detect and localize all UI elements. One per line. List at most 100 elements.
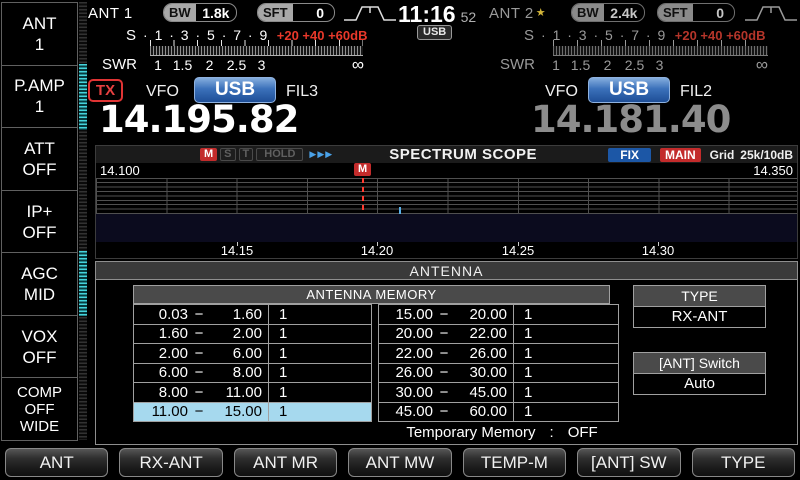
range-to: 22.00 xyxy=(455,325,507,342)
scope-edge-frequencies: 14.100 M 14.350 xyxy=(96,163,797,178)
type-box-header: TYPE xyxy=(633,285,766,307)
range-from: 20.00 xyxy=(379,325,433,342)
sidebar-item-agc[interactable]: AGC MID xyxy=(1,252,78,316)
main-sft-badge[interactable]: SFT 0 xyxy=(257,3,335,22)
table-row[interactable]: 15.00−20.00 1 xyxy=(379,305,618,325)
temporary-memory-label: Temporary Memory xyxy=(406,424,535,441)
fkey-ant-mr[interactable]: ANT MR xyxy=(234,448,337,477)
scope-marker-mode-badge[interactable]: M xyxy=(200,148,217,161)
clock[interactable]: 11:16 52 xyxy=(398,1,476,28)
scope-t-badge[interactable]: T xyxy=(239,148,254,161)
sft-value: 0 xyxy=(693,5,734,21)
fkey-ant-sw[interactable]: [ANT] SW xyxy=(577,448,680,477)
bottom-function-bar: ANT RX-ANT ANT MR ANT MW TEMP-M [ANT] SW… xyxy=(0,446,800,480)
s-label: S xyxy=(126,27,136,44)
range-dash: − xyxy=(188,403,210,420)
clock-seconds: 52 xyxy=(461,9,477,25)
sidebar-item-vox[interactable]: VOX OFF xyxy=(1,315,78,379)
sidebar-item-ipplus[interactable]: IP+ OFF xyxy=(1,190,78,254)
sidebar-item-att[interactable]: ATT OFF xyxy=(1,127,78,191)
antenna-number: 1 xyxy=(268,364,371,383)
antenna-number: 1 xyxy=(268,305,371,324)
scope-s-badge[interactable]: S xyxy=(220,148,235,161)
antenna-panel-content: ANTENNA MEMORY 0.03−1.60 1 1.60−2.00 1 2… xyxy=(96,280,797,443)
sidebar-item-ant[interactable]: ANT 1 xyxy=(1,2,78,66)
scope-edge-left: 14.100 xyxy=(100,163,140,178)
swr-tick: 2 xyxy=(197,57,222,73)
fkey-type[interactable]: TYPE xyxy=(692,448,795,477)
table-row[interactable]: 2.00−6.00 1 xyxy=(134,344,371,364)
usb-indicator-badge: USB xyxy=(417,25,452,40)
sidebar-item-label: VOX xyxy=(22,326,58,347)
range-dash: − xyxy=(433,403,455,420)
scope-header: M S T HOLD ▶▶▶ SPECTRUM SCOPE FIX MAIN G… xyxy=(96,146,797,163)
main-bw-badge[interactable]: BW 1.8k xyxy=(163,3,237,22)
fkey-rx-ant[interactable]: RX-ANT xyxy=(119,448,222,477)
swr-tick: 3 xyxy=(649,57,670,73)
swr-infinity: ∞ xyxy=(352,59,364,71)
scope-main-badge[interactable]: MAIN xyxy=(660,148,701,162)
table-row[interactable]: 0.03−1.60 1 xyxy=(134,305,371,325)
main-passband-icon[interactable] xyxy=(343,3,397,22)
antenna-number: 1 xyxy=(513,325,618,344)
ant-switch-value: Auto xyxy=(633,373,766,395)
table-row[interactable]: 26.00−30.00 1 xyxy=(379,364,618,384)
swr-label: SWR xyxy=(500,56,546,73)
antenna-number: 1 xyxy=(268,344,371,363)
table-row[interactable]: 8.00−11.00 1 xyxy=(134,383,371,403)
range-from: 26.00 xyxy=(379,364,433,381)
table-row[interactable]: 30.00−45.00 1 xyxy=(379,383,618,403)
antenna-panel: ANTENNA ANTENNA MEMORY 0.03−1.60 1 1.60−… xyxy=(95,261,798,445)
sub-antenna-text: ANT 2 xyxy=(489,5,534,22)
table-row-selected[interactable]: 11.00−15.00 1 xyxy=(134,403,371,423)
table-row[interactable]: 1.60−2.00 1 xyxy=(134,325,371,345)
sidebar-item-pamp[interactable]: P.AMP 1 xyxy=(1,65,78,129)
table-row[interactable]: 20.00−22.00 1 xyxy=(379,325,618,345)
range-from: 22.00 xyxy=(379,345,433,362)
range-to: 2.00 xyxy=(210,325,262,342)
sidebar-item-value: OFF xyxy=(25,401,55,418)
antenna-memory-table-right: 15.00−20.00 1 20.00−22.00 1 22.00−26.00 … xyxy=(378,304,619,422)
sub-passband-icon[interactable] xyxy=(744,3,798,22)
main-meter-bar xyxy=(150,46,363,56)
side-strip-highlight xyxy=(79,251,87,316)
scale-label: 14.30 xyxy=(642,243,675,258)
table-row[interactable]: 22.00−26.00 1 xyxy=(379,344,618,364)
range-from: 8.00 xyxy=(134,384,188,401)
sub-sft-badge[interactable]: SFT 0 xyxy=(657,3,735,22)
scope-grid-area[interactable] xyxy=(96,178,797,214)
swr-tick: 3 xyxy=(251,57,272,73)
ant-switch-box[interactable]: [ANT] Switch Auto xyxy=(633,352,766,395)
scope-hold-badge[interactable]: HOLD xyxy=(256,148,303,161)
swr-tick: 1 xyxy=(546,57,566,73)
table-row[interactable]: 6.00−8.00 1 xyxy=(134,364,371,384)
antenna-number: 1 xyxy=(268,383,371,402)
sidebar-item-label: ATT xyxy=(24,138,55,159)
sidebar-item-comp[interactable]: COMP OFF WIDE xyxy=(1,377,78,441)
scope-fix-badge[interactable]: FIX xyxy=(608,148,651,162)
table-row[interactable]: 45.00−60.00 1 xyxy=(379,403,618,423)
range-to: 8.00 xyxy=(210,364,262,381)
spectrum-scope[interactable]: M S T HOLD ▶▶▶ SPECTRUM SCOPE FIX MAIN G… xyxy=(95,145,798,259)
fkey-ant-mw[interactable]: ANT MW xyxy=(348,448,451,477)
bw-value: 1.8k xyxy=(196,5,236,21)
sidebar-item-label: AGC xyxy=(21,263,58,284)
antenna-memory-header: ANTENNA MEMORY xyxy=(133,285,610,304)
sidebar-item-value: 1 xyxy=(35,34,44,55)
swr-tick: 1 xyxy=(148,57,168,73)
main-frequency-display[interactable]: 14.195.82 xyxy=(99,98,298,141)
antenna-number: 1 xyxy=(268,325,371,344)
sub-antenna-label[interactable]: ANT 2★ xyxy=(489,5,546,22)
type-box[interactable]: TYPE RX-ANT xyxy=(633,285,766,328)
range-dash: − xyxy=(188,345,210,362)
fkey-temp-m[interactable]: TEMP-M xyxy=(463,448,566,477)
scale-label: 14.25 xyxy=(502,243,535,258)
fkey-ant[interactable]: ANT xyxy=(5,448,108,477)
sub-frequency-display[interactable]: 14.181.40 xyxy=(531,98,730,141)
main-antenna-label[interactable]: ANT 1 xyxy=(88,5,133,22)
scope-memory-marker-badge: M xyxy=(354,163,371,176)
scope-waterfall[interactable] xyxy=(96,214,797,242)
antenna-number: 1 xyxy=(513,364,618,383)
scope-title: SPECTRUM SCOPE xyxy=(389,146,537,163)
sub-bw-badge[interactable]: BW 2.4k xyxy=(571,3,645,22)
